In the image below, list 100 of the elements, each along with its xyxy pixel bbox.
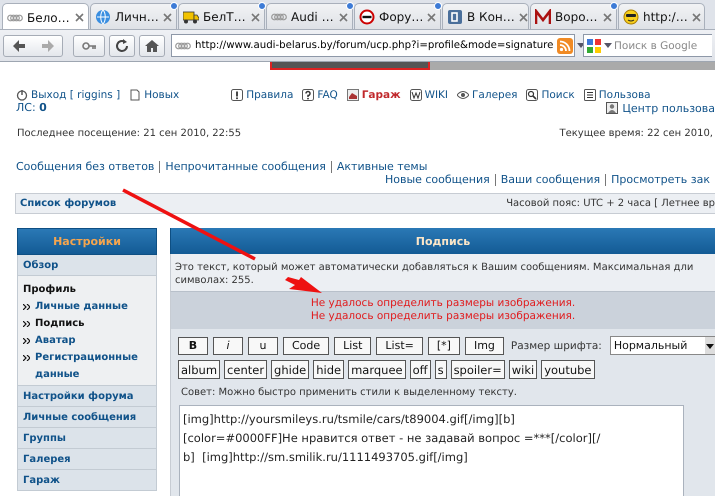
close-icon[interactable]: [75, 13, 84, 22]
sidebar-subitem[interactable]: Личные данные: [35, 298, 128, 315]
zigzag-icon: [535, 9, 551, 25]
nav-link[interactable]: Правила: [231, 89, 294, 101]
globe-icon: [95, 9, 111, 25]
person-icon: [606, 102, 618, 114]
nav-link[interactable]: Галерея: [457, 89, 518, 101]
tag-button[interactable]: spoiler=: [450, 360, 505, 379]
reload-button[interactable]: [109, 34, 135, 56]
double-chevron-icon: [23, 354, 30, 360]
quick-link[interactable]: Сообщения без ответов: [16, 161, 160, 173]
nav-link[interactable]: FAQ: [302, 89, 338, 101]
sidebar-item[interactable]: Настройки форума: [17, 386, 157, 407]
close-icon[interactable]: [339, 12, 348, 22]
nav-link[interactable]: WIKI: [410, 89, 448, 101]
double-chevron-icon: [23, 320, 30, 326]
tag-button[interactable]: youtube: [541, 360, 594, 379]
user-center-link[interactable]: Центр пользова: [606, 101, 715, 115]
search-field[interactable]: Поиск в Google: [583, 34, 712, 57]
picture-icon: [346, 89, 359, 101]
signature-textarea[interactable]: [img]http://yoursmileys.ru/tsmile/cars/t89004.gif[/img][b] [color=#0000FF]Не нравится ответ - не задавай вопрос =***[/color][/ b] [img]http://sm.smilik.ru/1111493705.gif[/img]: [179, 405, 684, 496]
format-button[interactable]: Img: [464, 336, 504, 354]
tag-button[interactable]: marquee: [348, 360, 406, 379]
close-icon[interactable]: [251, 12, 260, 22]
hint-text: Совет: Можно быстро применить стили к выделенному тексту.: [180, 386, 518, 400]
format-button[interactable]: Code: [283, 336, 330, 354]
quick-link[interactable]: Новые сообщения: [384, 174, 495, 186]
no-entry-icon: [359, 9, 375, 25]
format-button[interactable]: B: [178, 336, 208, 354]
sidebar-item[interactable]: Гараж: [17, 470, 157, 491]
list-icon: [584, 89, 596, 101]
nav-link[interactable]: Поиск: [526, 89, 575, 101]
last-visit-text: Последнее посещение: 21 сен 2010, 22:55: [17, 128, 242, 139]
quick-link[interactable]: Ваши сообщения: [494, 174, 606, 186]
browser-tab[interactable]: Воро…: [530, 3, 617, 29]
browser-tab[interactable]: БелТ…: [178, 3, 265, 29]
close-icon[interactable]: [427, 12, 436, 22]
double-chevron-icon: [23, 338, 30, 344]
close-icon[interactable]: [163, 12, 172, 22]
browser-tab[interactable]: Audi …: [266, 3, 353, 29]
sidebar-item[interactable]: Группы: [17, 428, 157, 449]
tag-button[interactable]: off: [410, 360, 431, 379]
format-button[interactable]: i: [213, 336, 243, 354]
browser-tab[interactable]: Бело…: [2, 3, 89, 29]
search-input[interactable]: Поиск в Google: [614, 40, 700, 52]
nav-link[interactable]: Гараж: [346, 89, 401, 101]
back-button[interactable]: [12, 38, 26, 52]
rings-icon: [7, 12, 23, 22]
home-button[interactable]: [139, 34, 165, 56]
font-size-label: Размер шрифта:: [510, 340, 602, 352]
forward-arrow-icon: [40, 38, 54, 52]
reload-icon: [115, 38, 129, 52]
truck-icon: [183, 10, 199, 24]
tag-button[interactable]: wiki: [508, 360, 538, 379]
private-messages-link[interactable]: ЛС: 0: [16, 101, 47, 115]
font-size-select[interactable]: Нормальный: [610, 336, 715, 355]
error-message: Не удалось определить размеры изображения.: [310, 310, 576, 323]
browser-tab[interactable]: В Кон…: [442, 3, 529, 29]
format-button[interactable]: u: [248, 336, 278, 354]
back-arrow-icon: [12, 38, 26, 52]
home-icon: [145, 38, 159, 52]
sidebar-item[interactable]: Личные сообщения: [17, 407, 157, 428]
zigzag-icon: [410, 89, 422, 101]
sidebar-subitem[interactable]: Регистрационные данные: [35, 349, 151, 383]
exclamation-icon: [231, 89, 244, 101]
caret-icon[interactable]: [604, 43, 612, 48]
tag-button[interactable]: album: [178, 360, 220, 379]
eye-icon: [457, 89, 470, 101]
sidebar-subitem[interactable]: Аватар: [35, 332, 76, 349]
nav-link[interactable]: Выход [ riggins ]: [16, 89, 120, 101]
quick-link[interactable]: Активные темы: [330, 161, 432, 173]
browser-tab[interactable]: http:/…: [618, 3, 705, 29]
tag-button[interactable]: ghide: [271, 360, 310, 379]
tag-button[interactable]: center: [224, 360, 268, 379]
format-button[interactable]: List=: [376, 336, 423, 354]
tag-button[interactable]: s: [434, 360, 447, 379]
sidebar-item[interactable]: Обзор: [17, 255, 157, 276]
sidebar-subitem[interactable]: Подпись: [35, 315, 84, 332]
quick-link[interactable]: Просмотреть зак: [605, 174, 715, 186]
power-icon: [16, 89, 28, 101]
rss-icon: [557, 38, 574, 54]
forum-list-link[interactable]: Список форумов: [20, 198, 116, 209]
smiley-icon: [623, 9, 639, 25]
key-button[interactable]: [73, 34, 105, 56]
quick-link[interactable]: Непрочитанные сообщения: [159, 161, 331, 173]
sidebar-item[interactable]: Галерея: [17, 449, 157, 470]
forward-button[interactable]: [40, 38, 54, 52]
browser-tab[interactable]: Фору…: [354, 3, 441, 29]
nav-link[interactable]: Пользова: [584, 89, 651, 101]
search-icon: [526, 89, 538, 101]
browser-tab[interactable]: Личн…: [90, 3, 177, 29]
nav-link[interactable]: Новых: [129, 89, 180, 101]
format-button[interactable]: [*]: [428, 336, 460, 354]
rings-icon: [271, 12, 287, 22]
close-icon[interactable]: [518, 12, 528, 22]
close-icon[interactable]: [603, 12, 612, 22]
close-icon[interactable]: [692, 12, 701, 22]
tag-button[interactable]: hide: [313, 360, 344, 379]
error-message: Не удалось определить размеры изображения.: [310, 297, 576, 310]
format-button[interactable]: List: [334, 336, 372, 354]
